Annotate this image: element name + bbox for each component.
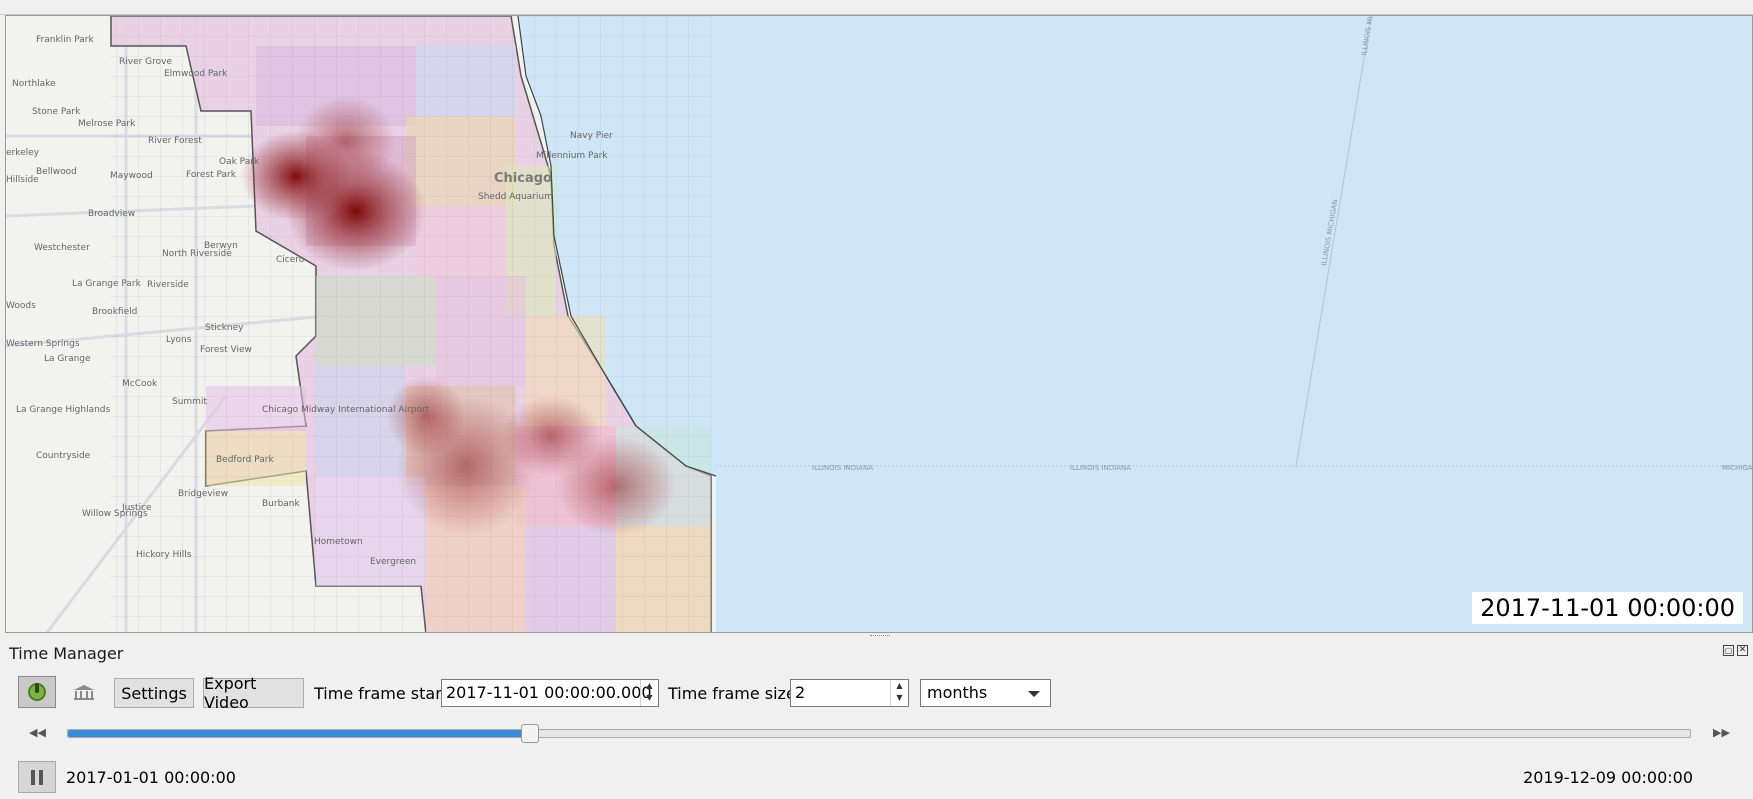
spin-arrows-icon[interactable]: ▲ ▼ bbox=[890, 680, 908, 706]
time-frame-size-value: 2 bbox=[795, 683, 806, 702]
top-toolbar-strip bbox=[0, 0, 1753, 15]
label-bridgeview: Bridgeview bbox=[178, 489, 228, 499]
label-western-springs: Western Springs bbox=[6, 339, 80, 349]
timeline-slider-handle[interactable] bbox=[521, 724, 540, 743]
label-northlake: Northlake bbox=[12, 79, 56, 89]
label-woods: Woods bbox=[6, 301, 36, 311]
pause-icon-bar bbox=[39, 769, 43, 785]
label-mccook: McCook bbox=[122, 379, 158, 389]
label-river-grove: River Grove bbox=[119, 57, 172, 67]
label-stone-park: Stone Park bbox=[32, 107, 81, 117]
time-frame-size-label: Time frame size bbox=[668, 684, 796, 703]
time-frame-start-label: Time frame start bbox=[314, 684, 449, 703]
time-manager-window: Franklin Park River Grove Elmwood Park N… bbox=[0, 0, 1753, 799]
label-bedford-park: Bedford Park bbox=[216, 455, 274, 465]
label-franklin-park: Franklin Park bbox=[36, 35, 94, 45]
label-forest-view: Forest View bbox=[200, 345, 252, 355]
label-stickney: Stickney bbox=[205, 323, 244, 333]
label-la-grange: La Grange bbox=[44, 354, 91, 364]
timeline-slider-fill bbox=[68, 730, 531, 737]
time-unit-select[interactable]: months bbox=[920, 679, 1051, 707]
label-countryside: Countryside bbox=[36, 451, 91, 461]
map-canvas[interactable]: Franklin Park River Grove Elmwood Park N… bbox=[5, 15, 1753, 633]
timeline-slider[interactable] bbox=[67, 724, 1691, 743]
label-la-grange-park: La Grange Park bbox=[72, 279, 142, 289]
forward-icon[interactable]: ▶▶ bbox=[1713, 726, 1730, 739]
label-north-riverside: North Riverside bbox=[162, 249, 232, 259]
label-evergreen: Evergreen bbox=[370, 557, 416, 567]
label-oak-park: Oak Park bbox=[219, 157, 260, 167]
label-la-grange-highlands: La Grange Highlands bbox=[16, 405, 111, 415]
label-summit: Summit bbox=[172, 397, 207, 407]
dock-title: Time Manager bbox=[9, 644, 124, 663]
timeline-range-end: 2019-12-09 00:00:00 bbox=[1523, 768, 1693, 787]
label-illinois-michigan-2: ILLINOIS MICHIGAN bbox=[1320, 199, 1340, 267]
map-svg: Franklin Park River Grove Elmwood Park N… bbox=[6, 16, 1753, 632]
label-illinois-indiana-1: ILLINOIS INDIANA bbox=[812, 464, 873, 472]
label-illinois-indiana-2: ILLINOIS INDIANA bbox=[1070, 464, 1131, 472]
label-shedd-aquarium: Shedd Aquarium bbox=[478, 192, 553, 202]
float-dock-button[interactable]: ▢ bbox=[1723, 645, 1734, 656]
label-berkeley: erkeley bbox=[6, 148, 40, 158]
label-navy-pier: Navy Pier bbox=[570, 131, 613, 141]
label-melrose-park: Melrose Park bbox=[78, 119, 136, 129]
label-brookfield: Brookfield bbox=[92, 307, 137, 317]
panel-splitter-handle[interactable] bbox=[870, 635, 890, 639]
map-timestamp-label: 2017-11-01 00:00:00 bbox=[1472, 592, 1743, 624]
label-bellwood: Bellwood bbox=[36, 167, 77, 177]
label-michigan-indiana: MICHIGAN INDIANA bbox=[1722, 464, 1753, 472]
time-frame-start-value: 2017-11-01 00:00:00.000 bbox=[446, 683, 652, 702]
pause-button[interactable] bbox=[18, 761, 56, 793]
archive-icon[interactable] bbox=[72, 683, 96, 701]
label-broadview: Broadview bbox=[88, 209, 135, 219]
time-frame-start-input[interactable]: 2017-11-01 00:00:00.000 ▲ ▼ bbox=[441, 679, 659, 707]
label-maywood: Maywood bbox=[110, 171, 153, 181]
label-hometown: Hometown bbox=[314, 537, 363, 547]
label-chicago-midway: Chicago Midway International Airport bbox=[262, 405, 430, 415]
label-illinois-michigan-1: ILLINOIS MICHIGAN bbox=[1360, 16, 1380, 56]
label-willow-springs: Willow Springs bbox=[82, 509, 148, 519]
label-chicago: Chicago bbox=[494, 171, 552, 186]
label-river-forest: River Forest bbox=[148, 136, 202, 146]
settings-button[interactable]: Settings bbox=[114, 678, 194, 708]
timeline-range-start: 2017-01-01 00:00:00 bbox=[66, 768, 236, 787]
label-riverside: Riverside bbox=[147, 280, 189, 290]
chevron-down-icon bbox=[1028, 691, 1040, 697]
export-video-button[interactable]: Export Video bbox=[203, 674, 304, 712]
close-dock-button[interactable]: ✕ bbox=[1737, 645, 1748, 656]
label-elmwood-park: Elmwood Park bbox=[164, 69, 228, 79]
label-hillside: Hillside bbox=[6, 175, 39, 185]
time-frame-size-input[interactable]: 2 ▲ ▼ bbox=[790, 679, 909, 707]
label-westchester: Westchester bbox=[34, 243, 90, 253]
power-toggle-button[interactable] bbox=[18, 676, 56, 708]
label-burbank: Burbank bbox=[262, 499, 301, 509]
label-hickory-hills: Hickory Hills bbox=[136, 550, 192, 560]
time-unit-value: months bbox=[927, 683, 988, 702]
rewind-icon[interactable]: ◀◀ bbox=[29, 726, 46, 739]
power-icon bbox=[28, 683, 46, 701]
spin-arrows-icon[interactable]: ▲ ▼ bbox=[640, 680, 658, 706]
label-forest-park: Forest Park bbox=[186, 170, 237, 180]
label-cicero: Cicero bbox=[276, 255, 305, 265]
pause-icon bbox=[31, 769, 35, 785]
label-millennium-park: Millennium Park bbox=[536, 151, 608, 161]
label-lyons: Lyons bbox=[166, 335, 192, 345]
